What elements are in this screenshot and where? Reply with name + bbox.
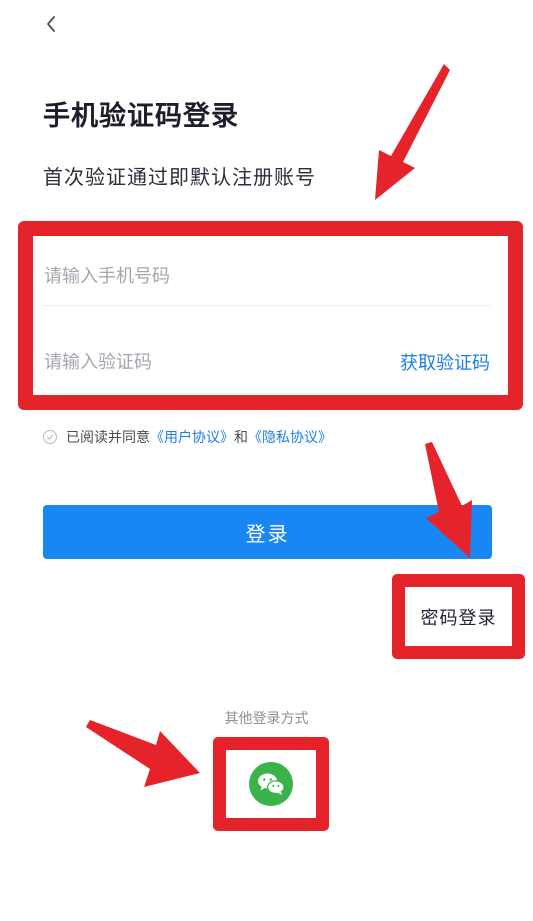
privacy-policy-link[interactable]: 《隐私协议》 [248,427,332,447]
code-field: 获取验证码 [44,342,490,382]
back-button[interactable] [40,12,62,36]
wechat-icon [258,773,285,795]
phone-input[interactable] [44,265,490,287]
agreement-row: 已阅读并同意 《用户协议》 和 《隐私协议》 [43,427,332,447]
user-agreement-link[interactable]: 《用户协议》 [150,427,234,447]
annotation-arrow-right [425,442,472,558]
password-login-button[interactable]: 密码登录 [421,604,497,630]
agreement-conjunction: 和 [234,430,248,446]
annotation-arrow-top [375,64,450,200]
chevron-left-icon [47,16,55,32]
login-form-highlight: 获取验证码 [18,221,523,410]
page-subtitle: 首次验证通过即默认注册账号 [43,165,316,189]
wechat-login-button[interactable] [249,762,293,806]
verification-code-input[interactable] [44,351,400,373]
wechat-login-highlight [213,737,329,831]
get-code-button[interactable]: 获取验证码 [400,349,490,375]
agreement-prefix: 已阅读并同意 [66,430,150,446]
annotation-arrow-bottom-left [86,720,200,787]
agreement-checkbox[interactable] [43,430,57,444]
check-icon [46,434,54,440]
password-login-highlight: 密码登录 [392,574,525,659]
page-title: 手机验证码登录 [43,101,239,132]
field-divider [44,305,490,306]
phone-field [44,256,490,296]
